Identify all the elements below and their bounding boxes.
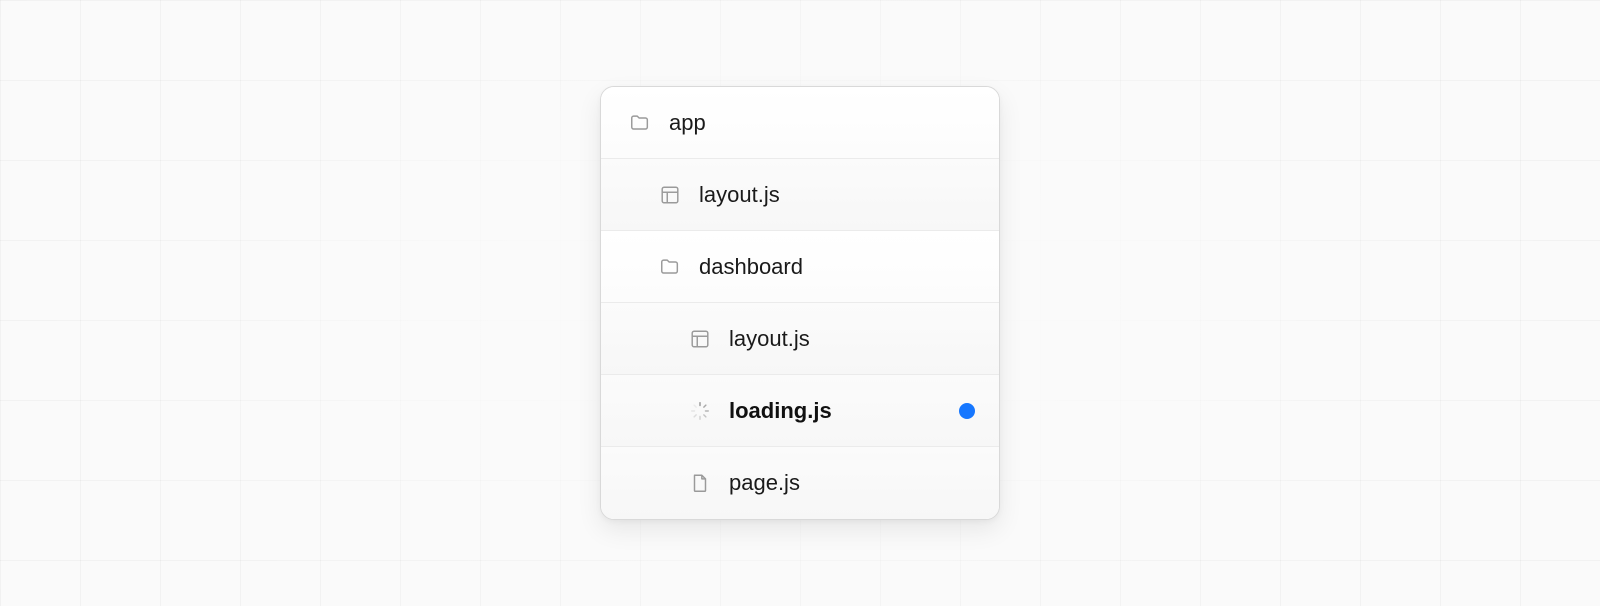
tree-row-page[interactable]: page.js	[601, 447, 999, 519]
file-tree-panel: app layout.js dashboard layout.js loadin…	[600, 86, 1000, 520]
tree-row-loading[interactable]: loading.js	[601, 375, 999, 447]
tree-row-dashboard[interactable]: dashboard	[601, 231, 999, 303]
folder-icon	[629, 112, 651, 134]
highlight-dot	[959, 403, 975, 419]
tree-row-label: layout.js	[729, 326, 975, 352]
tree-row-layout[interactable]: layout.js	[601, 303, 999, 375]
folder-icon	[659, 256, 681, 278]
tree-row-label: page.js	[729, 470, 975, 496]
file-icon	[689, 472, 711, 494]
tree-row-label: loading.js	[729, 398, 947, 424]
spinner-icon	[689, 400, 711, 422]
tree-row-layout[interactable]: layout.js	[601, 159, 999, 231]
tree-row-app[interactable]: app	[601, 87, 999, 159]
tree-row-label: layout.js	[699, 182, 975, 208]
layout-icon	[659, 184, 681, 206]
tree-row-label: dashboard	[699, 254, 975, 280]
tree-row-label: app	[669, 110, 975, 136]
layout-icon	[689, 328, 711, 350]
